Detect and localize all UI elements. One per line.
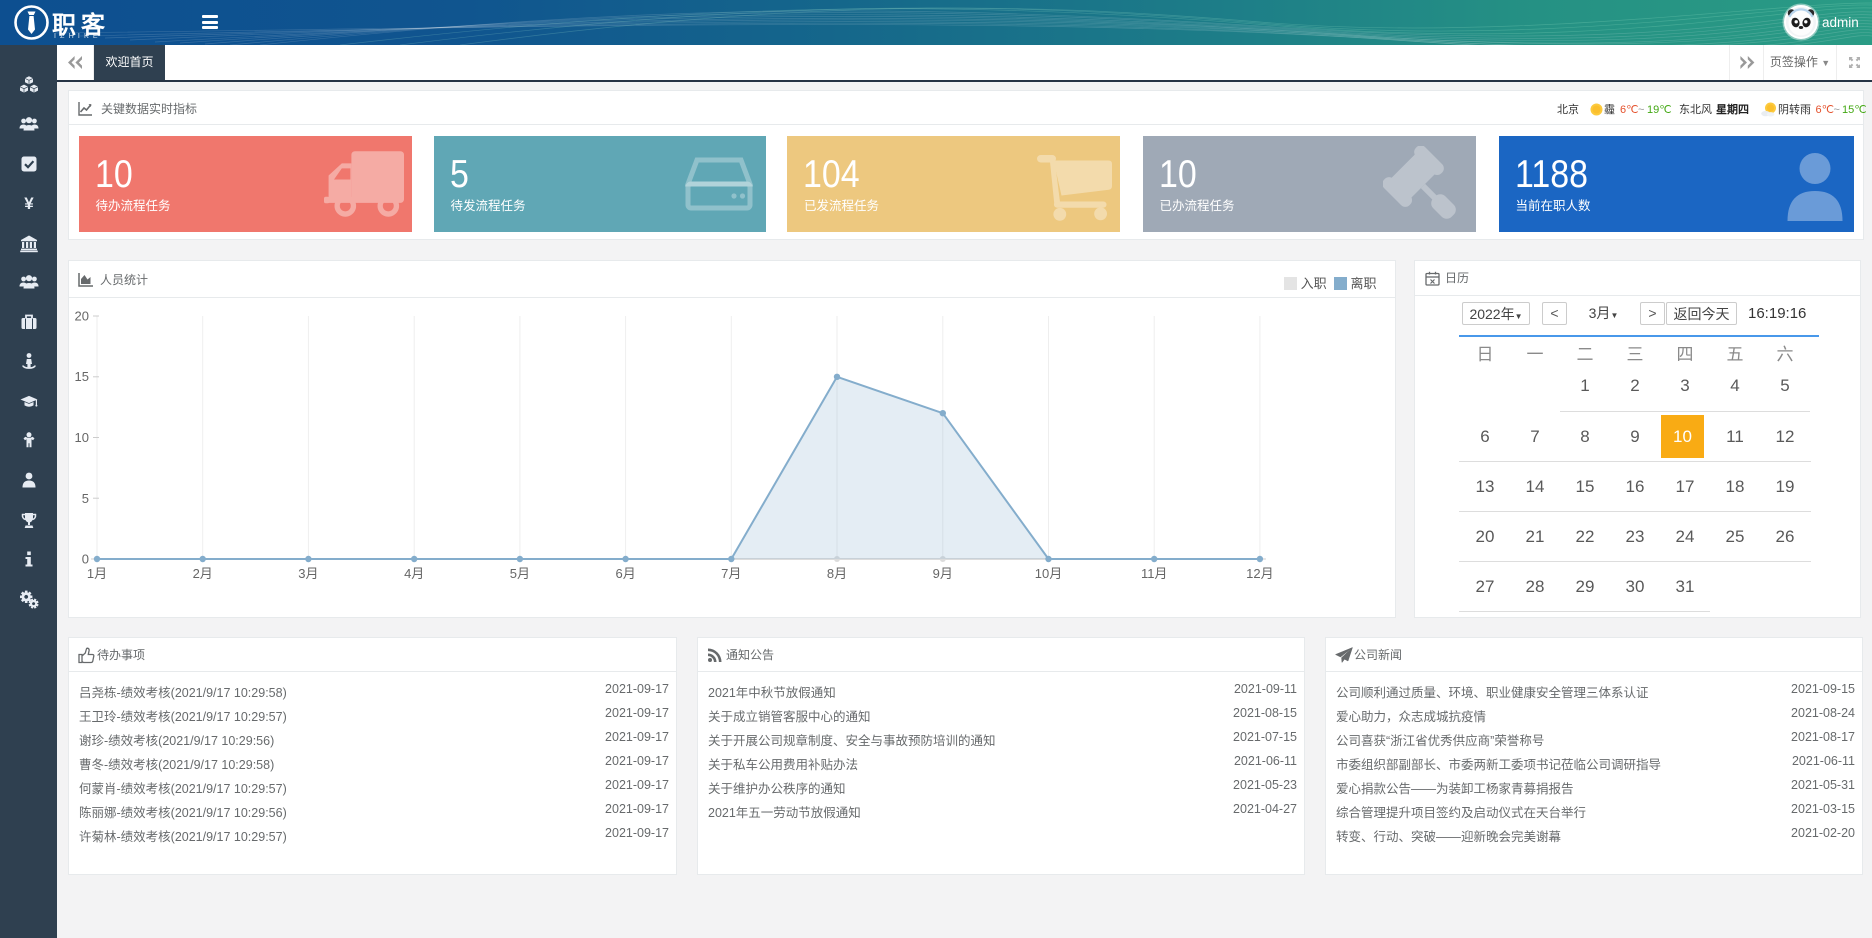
svg-text:20: 20	[75, 309, 89, 324]
svg-text:5: 5	[82, 491, 89, 506]
svg-text:15: 15	[75, 369, 89, 384]
svg-text:11月: 11月	[1141, 566, 1168, 581]
svg-text:0: 0	[82, 552, 89, 567]
svg-text:9月: 9月	[933, 566, 953, 581]
svg-text:3月: 3月	[298, 566, 318, 581]
svg-text:2月: 2月	[193, 566, 213, 581]
svg-text:5月: 5月	[510, 566, 530, 581]
svg-text:6月: 6月	[615, 566, 635, 581]
svg-text:10: 10	[75, 430, 89, 445]
svg-text:¥: ¥	[24, 194, 34, 213]
svg-text:1月: 1月	[87, 566, 107, 581]
svg-text:10月: 10月	[1035, 566, 1062, 581]
svg-text:8月: 8月	[827, 566, 847, 581]
svg-text:4月: 4月	[404, 566, 424, 581]
svg-text:12月: 12月	[1246, 566, 1273, 581]
svg-text:7月: 7月	[721, 566, 741, 581]
